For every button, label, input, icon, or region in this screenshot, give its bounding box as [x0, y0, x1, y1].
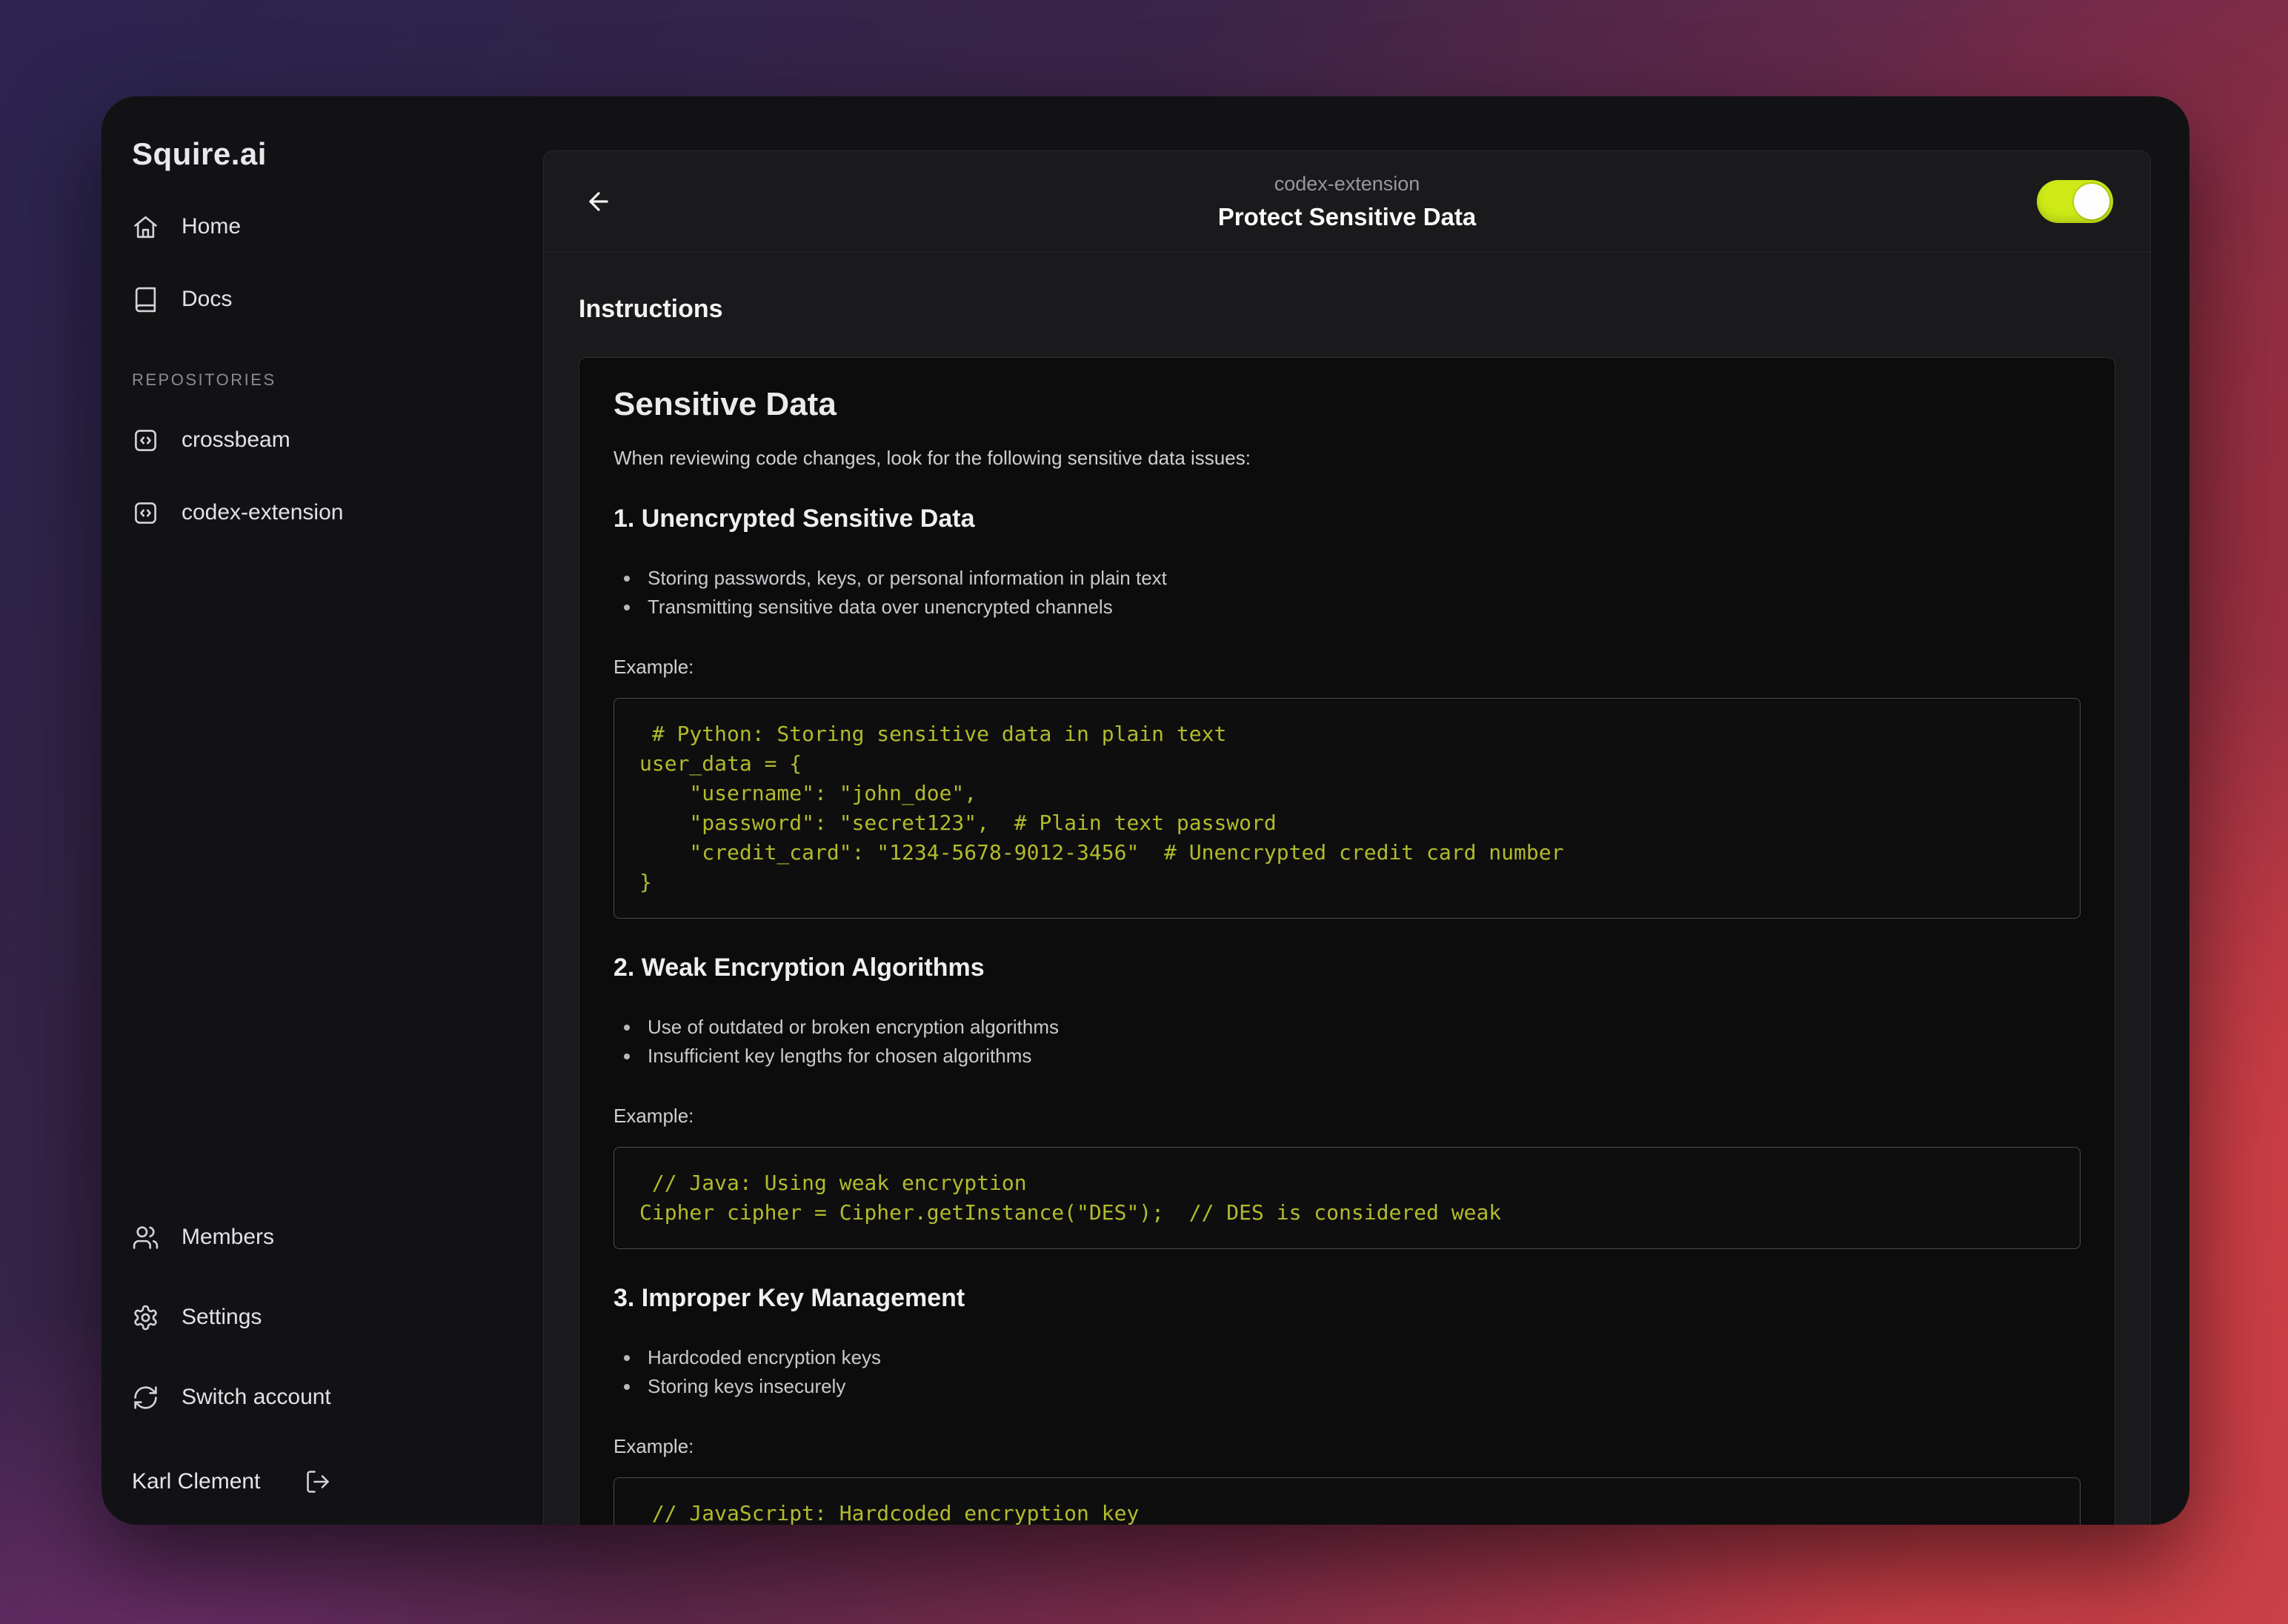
sidebar: Squire.ai Home Docs REPOSITORIES	[102, 96, 543, 1525]
section-bullets: Storing passwords, keys, or personal inf…	[613, 564, 2081, 622]
logout-icon[interactable]	[305, 1468, 331, 1495]
section-title: 3. Improper Key Management	[613, 1283, 2081, 1314]
breadcrumb: codex-extension	[1274, 173, 1420, 196]
brand-logo: Squire.ai	[132, 138, 521, 170]
repo-code-icon	[132, 499, 159, 527]
enabled-toggle[interactable]	[2037, 180, 2113, 223]
bullet-item: Storing passwords, keys, or personal inf…	[613, 564, 2081, 593]
main-header: codex-extension Protect Sensitive Data	[544, 151, 2150, 253]
sidebar-item-members[interactable]: Members	[132, 1219, 521, 1255]
sidebar-item-codex-extension[interactable]: codex-extension	[132, 495, 521, 530]
example-label: Example:	[613, 656, 2081, 679]
sidebar-item-crossbeam[interactable]: crossbeam	[132, 422, 521, 458]
example-label: Example:	[613, 1435, 2081, 1458]
repositories-section-label: REPOSITORIES	[132, 370, 521, 390]
bullet-item: Transmitting sensitive data over unencry…	[613, 593, 2081, 622]
panel-intro: When reviewing code changes, look for th…	[613, 446, 2081, 470]
code-block-java: // Java: Using weak encryption Cipher ci…	[613, 1147, 2081, 1249]
code-block-python: # Python: Storing sensitive data in plai…	[613, 698, 2081, 919]
sidebar-item-label: crossbeam	[182, 427, 290, 453]
instructions-heading: Instructions	[579, 295, 2115, 324]
repo-code-icon	[132, 427, 159, 454]
sidebar-item-label: codex-extension	[182, 500, 343, 525]
sidebar-spacer	[132, 568, 521, 1219]
page-title: Protect Sensitive Data	[1218, 203, 1476, 231]
users-icon	[132, 1224, 159, 1251]
arrow-left-icon	[585, 187, 613, 216]
sidebar-item-label: Home	[182, 214, 241, 239]
refresh-icon	[132, 1384, 159, 1411]
sidebar-nav: Home Docs REPOSITORIES crossbeam	[132, 209, 521, 568]
toggle-knob	[2074, 184, 2109, 219]
instructions-panel: Sensitive Data When reviewing code chang…	[579, 357, 2115, 1525]
sidebar-item-docs[interactable]: Docs	[132, 282, 521, 317]
sidebar-item-label: Settings	[182, 1305, 262, 1330]
sidebar-item-label: Docs	[182, 287, 232, 312]
bullet-item: Insufficient key lengths for chosen algo…	[613, 1042, 2081, 1071]
sidebar-item-settings[interactable]: Settings	[132, 1299, 521, 1335]
bullet-item: Use of outdated or broken encryption alg…	[613, 1013, 2081, 1042]
code-block-javascript: // JavaScript: Hardcoded encryption key …	[613, 1477, 2081, 1525]
sidebar-item-switch-account[interactable]: Switch account	[132, 1380, 521, 1415]
sidebar-item-label: Members	[182, 1225, 274, 1250]
panel-title: Sensitive Data	[613, 385, 2081, 424]
bullet-item: Storing keys insecurely	[613, 1372, 2081, 1401]
section-title: 1. Unencrypted Sensitive Data	[613, 504, 2081, 534]
app-window: Squire.ai Home Docs REPOSITORIES	[102, 96, 2189, 1525]
back-button[interactable]	[579, 182, 618, 221]
home-icon	[132, 213, 159, 241]
book-icon	[132, 286, 159, 313]
main-area: codex-extension Protect Sensitive Data I…	[543, 150, 2151, 1525]
section-bullets: Use of outdated or broken encryption alg…	[613, 1013, 2081, 1071]
user-row: Karl Clement	[132, 1468, 521, 1505]
main-content: Instructions Sensitive Data When reviewi…	[544, 253, 2150, 1525]
bullet-item: Hardcoded encryption keys	[613, 1343, 2081, 1372]
gear-icon	[132, 1304, 159, 1331]
user-name: Karl Clement	[132, 1469, 260, 1494]
sidebar-footer-nav: Members Settings Switch account	[132, 1219, 521, 1415]
section-title: 2. Weak Encryption Algorithms	[613, 953, 2081, 983]
example-label: Example:	[613, 1105, 2081, 1128]
sidebar-item-home[interactable]: Home	[132, 209, 521, 244]
section-bullets: Hardcoded encryption keys Storing keys i…	[613, 1343, 2081, 1401]
sidebar-item-label: Switch account	[182, 1385, 331, 1410]
